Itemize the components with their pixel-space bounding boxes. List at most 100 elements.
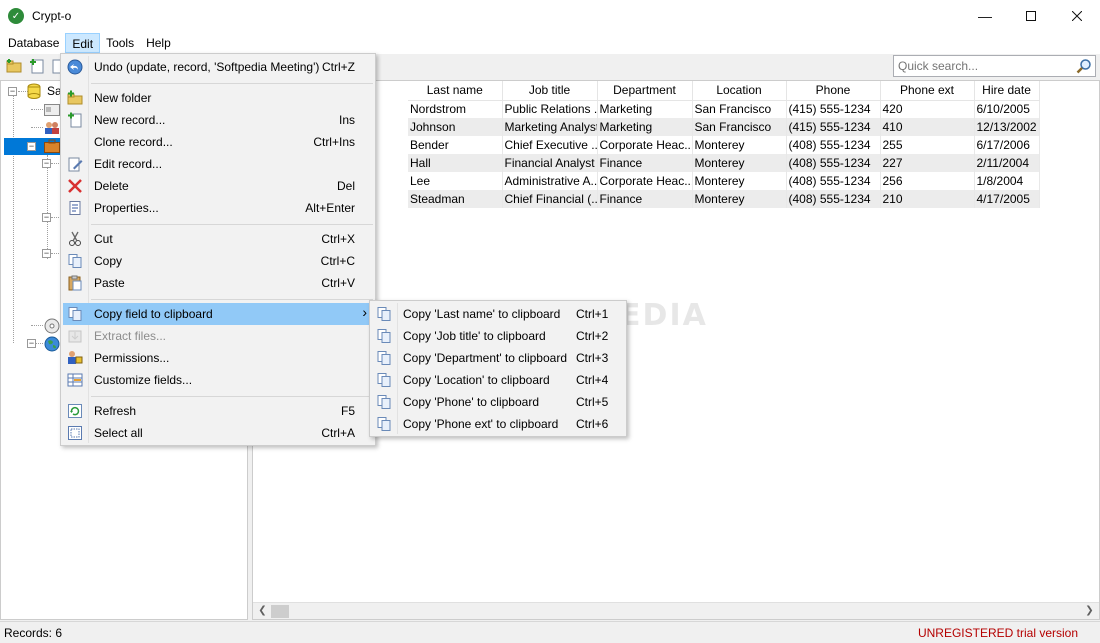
table-cell: Nordstrom <box>408 100 503 118</box>
tree-expander[interactable]: − <box>8 87 17 96</box>
copy-field-icon <box>377 417 391 431</box>
column-header-location[interactable]: Location <box>692 81 787 101</box>
menu-item-cut[interactable]: Cut Ctrl+X <box>63 228 373 250</box>
submenu-item-copy-last-name-to-clipboard[interactable]: Copy 'Last name' to clipboard Ctrl+1 <box>372 303 624 325</box>
submenu-item-copy-phone-ext-to-clipboard[interactable]: Copy 'Phone ext' to clipboard Ctrl+6 <box>372 413 624 435</box>
tree-guide <box>47 155 48 259</box>
new-record-toolbar-icon[interactable] <box>29 58 45 74</box>
menu-item-label: Cut <box>94 232 113 246</box>
menu-edit[interactable]: Edit <box>65 33 101 53</box>
table-cell: 2/11/2004 <box>974 154 1040 172</box>
search-input[interactable] <box>894 56 1074 76</box>
menu-item-copy[interactable]: Copy Ctrl+C <box>63 250 373 272</box>
menu-item-customize-fields[interactable]: Customize fields... <box>63 369 373 391</box>
table-cell: (408) 555-1234 <box>786 154 881 172</box>
submenu-item-shortcut: Ctrl+3 <box>576 351 609 365</box>
copy-field-icon <box>377 351 391 365</box>
customize-icon <box>67 373 83 387</box>
table-cell: Administrative A... <box>502 172 598 190</box>
menu-item-delete[interactable]: Delete Del <box>63 175 373 197</box>
submenu-item-copy-phone-to-clipboard[interactable]: Copy 'Phone' to clipboard Ctrl+5 <box>372 391 624 413</box>
paste-icon <box>68 275 82 291</box>
menu-item-extract-files[interactable]: Extract files... <box>63 325 373 347</box>
tree-expander[interactable]: − <box>42 159 51 168</box>
menu-item-clone-record[interactable]: Clone record... Ctrl+Ins <box>63 131 373 153</box>
tree-expander[interactable]: − <box>42 213 51 222</box>
menu-item-edit-record[interactable]: Edit record... <box>63 153 373 175</box>
window-title: Crypt-o <box>32 9 72 23</box>
copy-field-icon <box>377 395 391 409</box>
menu-item-undo-update-record-softpedia-meeting[interactable]: Undo (update, record, 'Softpedia Meeting… <box>63 56 373 78</box>
menu-tools[interactable]: Tools <box>100 33 140 53</box>
tree-guide <box>31 127 43 128</box>
minimize-button[interactable]: — <box>962 0 1008 32</box>
scroll-thumb[interactable] <box>271 605 289 618</box>
menu-item-label: Copy field to clipboard <box>94 307 213 321</box>
globe-icon <box>44 336 60 352</box>
table-row[interactable]: Lee Administrative A... Corporate Heac... M… <box>408 172 1040 190</box>
cut-icon <box>69 231 81 246</box>
tree-expander[interactable]: − <box>42 249 51 258</box>
menu-item-label: Select all <box>94 426 143 440</box>
scroll-right-icon[interactable]: ❯ <box>1081 605 1098 618</box>
table-cell: San Francisco <box>692 100 787 118</box>
table-cell: Finance <box>597 190 693 208</box>
submenu-item-copy-department-to-clipboard[interactable]: Copy 'Department' to clipboard Ctrl+3 <box>372 347 624 369</box>
horizontal-scrollbar[interactable]: ❮ ❯ <box>253 602 1099 619</box>
delete-icon <box>68 179 82 193</box>
menu-item-refresh[interactable]: Refresh F5 <box>63 400 373 422</box>
table-row[interactable]: Johnson Marketing Analyst Marketing San Fra… <box>408 118 1040 136</box>
table-row[interactable]: Steadman Chief Financial (... Finance Monte… <box>408 190 1040 208</box>
close-button[interactable] <box>1054 0 1100 32</box>
column-header-last-name[interactable]: Last name <box>408 81 503 101</box>
contacts-icon <box>45 122 59 134</box>
table-row[interactable]: Bender Chief Executive ... Corporate Heac.… <box>408 136 1040 154</box>
table-cell: Corporate Heac... <box>597 136 693 154</box>
table-cell: Monterey <box>692 190 787 208</box>
table-row[interactable]: Nordstrom Public Relations ... Marketing Sa… <box>408 100 1040 118</box>
menu-help[interactable]: Help <box>140 33 177 53</box>
column-header-hire-date[interactable]: Hire date <box>974 81 1040 101</box>
new-folder-toolbar-icon[interactable] <box>6 58 22 74</box>
table-cell: Financial Analyst <box>502 154 598 172</box>
menu-item-permissions[interactable]: Permissions... <box>63 347 373 369</box>
extract-icon <box>68 330 82 343</box>
table-row[interactable]: Hall Financial Analyst Finance Monterey (408… <box>408 154 1040 172</box>
maximize-button[interactable] <box>1008 0 1054 32</box>
scroll-left-icon[interactable]: ❮ <box>254 605 271 618</box>
submenu-item-label: Copy 'Department' to clipboard <box>403 351 567 365</box>
column-header-phone[interactable]: Phone <box>786 81 881 101</box>
table-cell: 256 <box>880 172 975 190</box>
column-header-phone-ext[interactable]: Phone ext <box>880 81 975 101</box>
submenu-item-label: Copy 'Last name' to clipboard <box>403 307 561 321</box>
submenu-item-copy-location-to-clipboard[interactable]: Copy 'Location' to clipboard Ctrl+4 <box>372 369 624 391</box>
properties-icon <box>69 201 81 215</box>
menu-item-copy-field-to-clipboard[interactable]: Copy field to clipboard › <box>63 303 373 325</box>
menu-item-label: New folder <box>94 91 152 105</box>
column-header-job-title[interactable]: Job title <box>502 81 598 101</box>
table-cell: Chief Executive ... <box>502 136 598 154</box>
submenu-item-shortcut: Ctrl+1 <box>576 307 609 321</box>
tree-expander[interactable]: − <box>27 142 36 151</box>
column-header-department[interactable]: Department <box>597 81 693 101</box>
submenu-item-copy-job-title-to-clipboard[interactable]: Copy 'Job title' to clipboard Ctrl+2 <box>372 325 624 347</box>
menu-item-new-record[interactable]: New record... Ins <box>63 109 373 131</box>
table-cell: 4/17/2005 <box>974 190 1040 208</box>
menu-separator <box>91 83 373 84</box>
menu-bar: Database Edit Tools Help <box>0 32 1100 54</box>
menu-item-label: Undo (update, record, 'Softpedia Meeting… <box>94 60 320 74</box>
menu-separator <box>91 224 373 225</box>
table-cell: 210 <box>880 190 975 208</box>
menu-item-label: Copy <box>94 254 123 268</box>
menu-item-new-folder[interactable]: New folder <box>63 87 373 109</box>
menu-item-paste[interactable]: Paste Ctrl+V <box>63 272 373 294</box>
search-icon[interactable] <box>1076 58 1092 74</box>
menu-database[interactable]: Database <box>2 33 65 53</box>
quick-search[interactable] <box>893 55 1096 77</box>
menu-item-properties[interactable]: Properties... Alt+Enter <box>63 197 373 219</box>
tree-expander[interactable]: − <box>27 339 36 348</box>
table-cell: Johnson <box>408 118 503 136</box>
menu-item-select-all[interactable]: Select all Ctrl+A <box>63 422 373 444</box>
table-cell: 6/10/2005 <box>974 100 1040 118</box>
menu-item-label: Extract files... <box>94 329 167 343</box>
